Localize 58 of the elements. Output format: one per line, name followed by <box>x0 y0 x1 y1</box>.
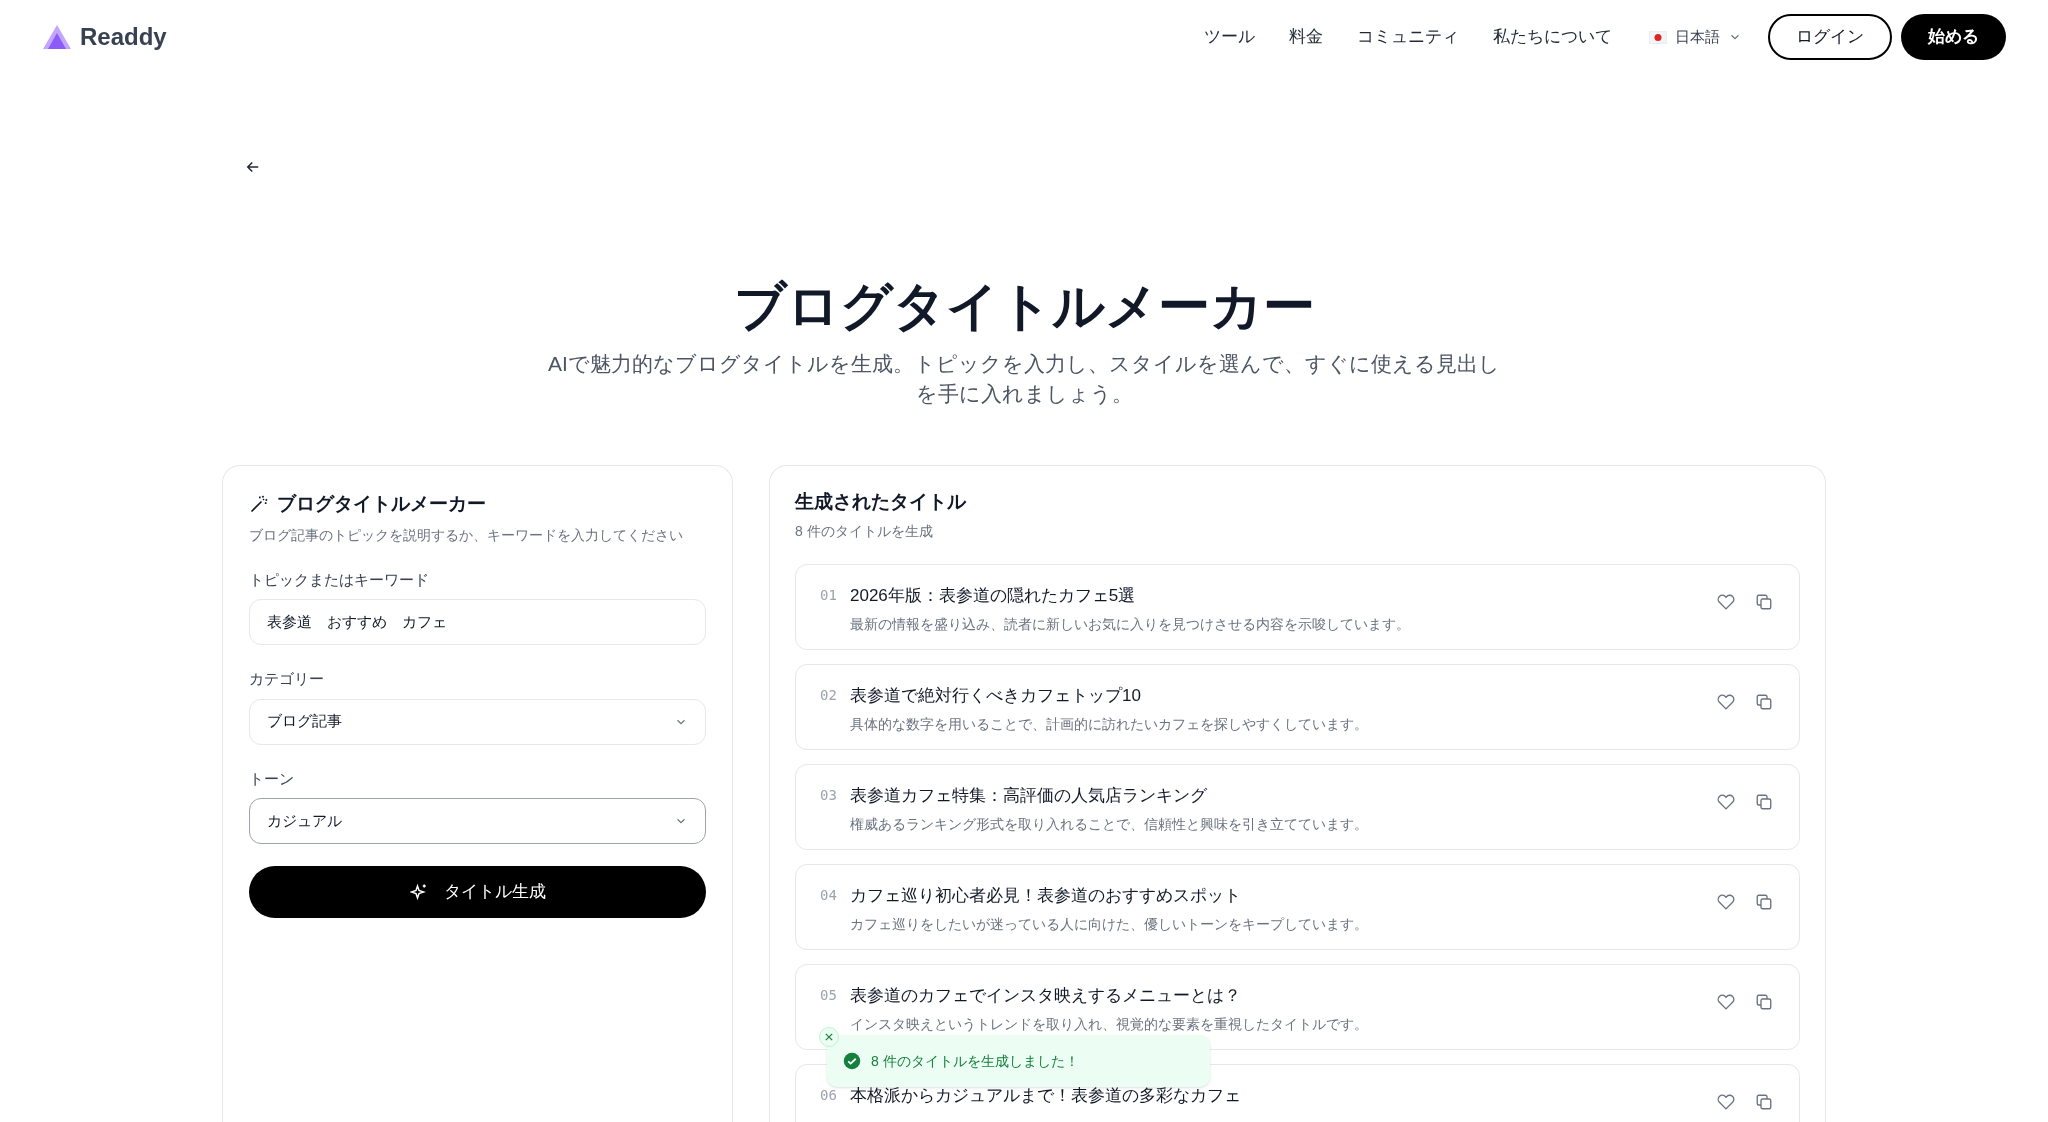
nav-link[interactable]: ツール <box>1204 24 1255 50</box>
heart-icon[interactable] <box>1717 892 1735 911</box>
item-number: 03 <box>820 785 838 805</box>
nav-link[interactable]: 私たちについて <box>1493 24 1612 50</box>
field-label: カテゴリー <box>249 669 325 689</box>
logo-icon <box>42 24 72 50</box>
copy-icon[interactable] <box>1755 592 1773 611</box>
result-description: インスタ映えというトレンドを取り入れ、視覚的な要素を重視したタイトルです。 <box>850 1015 1369 1034</box>
copy-icon[interactable] <box>1755 692 1773 711</box>
result-description: 具体的な数字を用いることで、計画的に訪れたいカフェを探しやすくしています。 <box>850 715 1369 734</box>
heart-icon[interactable] <box>1717 792 1735 811</box>
check-circle-icon <box>843 1052 861 1070</box>
results-title: 生成されたタイトル <box>795 490 967 514</box>
close-icon <box>825 1033 833 1041</box>
heart-icon[interactable] <box>1717 692 1735 711</box>
generate-button[interactable]: タイトル生成 <box>249 866 706 918</box>
item-number: 02 <box>820 685 838 705</box>
item-number: 01 <box>820 585 838 605</box>
copy-icon[interactable] <box>1755 1092 1773 1111</box>
form-title: ブログタイトルメーカー <box>277 492 486 516</box>
flag-icon <box>1649 30 1667 44</box>
heart-icon[interactable] <box>1717 992 1735 1011</box>
copy-icon[interactable] <box>1755 992 1773 1011</box>
result-description: カフェ巡りをしたいが迷っている人に向けた、優しいトーンをキープしています。 <box>850 915 1369 934</box>
sparkle-icon <box>409 883 428 901</box>
item-number: 05 <box>820 985 838 1005</box>
dropdown-select[interactable]: ブログ記事 <box>249 698 706 745</box>
close-button[interactable] <box>819 1027 839 1047</box>
page-title: ブログタイトルメーカー <box>732 276 1316 337</box>
toast-message: 8 件のタイトルを生成しました！ <box>871 1051 1079 1071</box>
result-title: カフェ巡り初心者必見！表参道のおすすめスポット <box>850 884 1242 907</box>
heart-icon[interactable] <box>1717 592 1735 611</box>
heart-icon[interactable] <box>1717 1092 1735 1111</box>
form-description: ブログ記事のトピックを説明するか、キーワードを入力してください <box>249 525 684 545</box>
result-title: 表参道のカフェでインスタ映えするメニューとは？ <box>850 984 1242 1007</box>
result-title: 表参道カフェ特集：高評価の人気店ランキング <box>850 784 1208 807</box>
result-description: 権威あるランキング形式を取り入れることで、信頼性と興味を引き立てています。 <box>850 815 1369 834</box>
nav-link[interactable]: コミュニティ <box>1357 24 1459 50</box>
item-number: 04 <box>820 885 838 905</box>
nav-link[interactable]: 料金 <box>1289 24 1323 50</box>
dropdown-select[interactable]: カジュアル <box>249 798 706 844</box>
results-count: 8 件のタイトルを生成 <box>795 521 934 541</box>
result-title: 2026年版：表参道の隠れたカフェ5選 <box>850 584 1137 607</box>
login-button[interactable]: ログイン <box>1768 14 1892 60</box>
logo-text[interactable]: Readdy <box>80 19 167 55</box>
copy-icon[interactable] <box>1755 892 1773 911</box>
result-title: 表参道で絶対行くべきカフェトップ10 <box>850 684 1142 707</box>
result-description: 最新の情報を盛り込み、読者に新しいお気に入りを見つけさせる内容を示唆しています。 <box>850 615 1411 634</box>
language-selector[interactable]: 日本語 <box>1649 25 1742 49</box>
topic-input[interactable]: 表参道 おすすめ カフェ <box>249 599 706 645</box>
field-label: トピックまたはキーワード <box>249 569 430 590</box>
item-number: 06 <box>820 1085 838 1105</box>
result-title: 本格派からカジュアルまで！表参道の多彩なカフェ <box>850 1084 1242 1107</box>
field-label: トーン <box>249 768 295 789</box>
page-subtitle: AIで魅力的なブログタイトルを生成。トピックを入力し、スタイルを選んで、すぐに使える見出しを手に入れましょう。 <box>547 351 1501 407</box>
start-button[interactable]: 始める <box>1901 14 2006 60</box>
copy-icon[interactable] <box>1755 792 1773 811</box>
magic-wand-icon <box>249 494 269 515</box>
